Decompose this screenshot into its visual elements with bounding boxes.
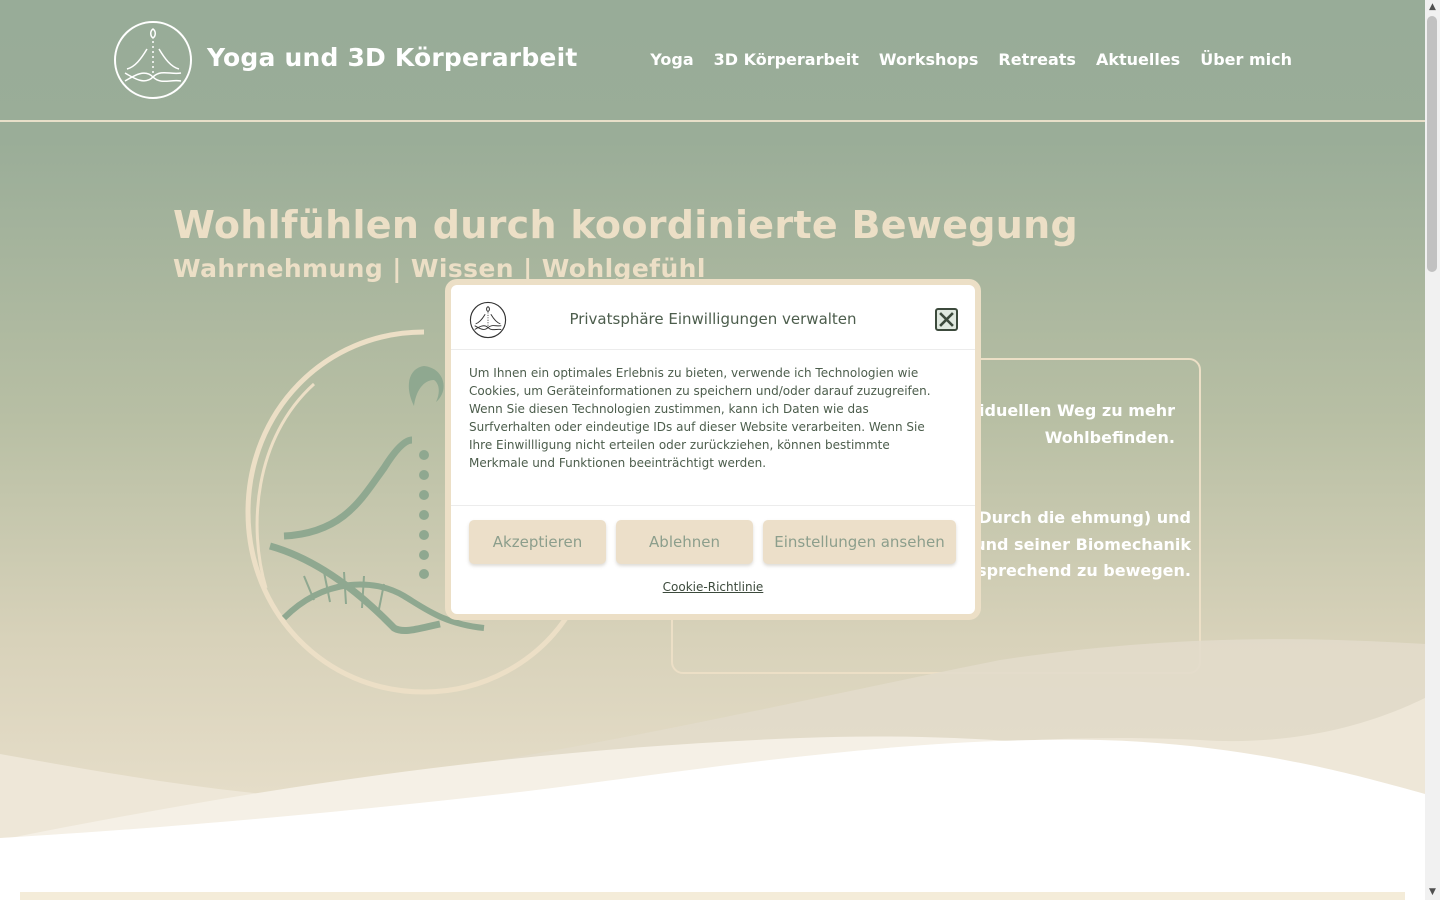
scrollbar-thumb[interactable] [1427, 16, 1437, 272]
consent-overlay: Privatsphäre Einwilligungen verwalten Um… [0, 0, 1425, 900]
close-icon [939, 312, 954, 327]
cookie-policy-link[interactable]: Cookie-Richtlinie [451, 580, 975, 594]
divider [451, 505, 975, 506]
consent-dialog-title: Privatsphäre Einwilligungen verwalten [569, 310, 857, 328]
page-scrollbar[interactable]: ▲ ▼ [1425, 0, 1440, 900]
consent-dialog: Privatsphäre Einwilligungen verwalten Um… [445, 279, 981, 620]
page: Yoga und 3D Körperarbeit Yoga 3D Körpera… [0, 0, 1425, 900]
scroll-up-arrow-icon[interactable]: ▲ [1425, 0, 1440, 15]
consent-dialog-body: Um Ihnen ein optimales Erlebnis zu biete… [469, 366, 931, 470]
scroll-down-arrow-icon[interactable]: ▼ [1425, 885, 1440, 900]
deny-button[interactable]: Ablehnen [616, 520, 753, 564]
accept-button[interactable]: Akzeptieren [469, 520, 606, 564]
close-button[interactable] [935, 308, 958, 331]
view-settings-button[interactable]: Einstellungen ansehen [763, 520, 956, 564]
consent-dialog-header: Privatsphäre Einwilligungen verwalten [451, 285, 975, 350]
